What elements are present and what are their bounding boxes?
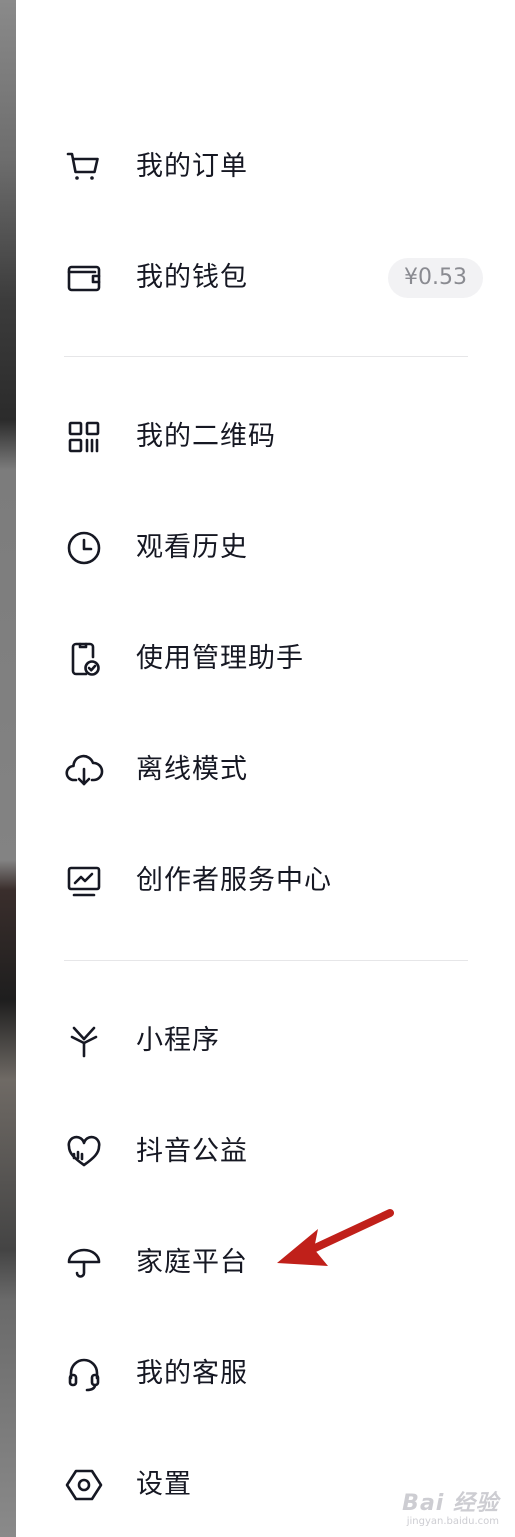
side-drawer-menu: 我的订单 我的钱包 ¥0.53 我的二维码 观看历史 使用管理助手 离线模式 创… — [16, 0, 515, 1537]
asterisk-icon — [64, 1021, 104, 1061]
background-content-strip — [0, 0, 16, 1537]
wallet-balance-badge: ¥0.53 — [388, 258, 483, 298]
menu-item-label: 我的订单 — [136, 151, 248, 182]
menu-item-history[interactable]: 观看历史 — [16, 508, 515, 588]
watermark: Bai 经验 jingyan.baidu.com — [402, 1493, 499, 1527]
section-divider — [64, 356, 468, 357]
menu-item-offline[interactable]: 离线模式 — [16, 730, 515, 810]
menu-item-orders[interactable]: 我的订单 — [16, 127, 515, 207]
menu-item-usage-assistant[interactable]: 使用管理助手 — [16, 619, 515, 699]
menu-item-label: 观看历史 — [136, 532, 248, 563]
hexagon-gear-icon — [64, 1465, 104, 1505]
cart-icon — [64, 147, 104, 187]
qrcode-icon — [64, 417, 104, 457]
cloud-download-icon — [64, 750, 104, 790]
menu-item-label: 创作者服务中心 — [136, 865, 332, 896]
umbrella-icon — [64, 1243, 104, 1283]
menu-item-label: 离线模式 — [136, 754, 248, 785]
menu-item-label: 我的钱包 — [136, 262, 248, 293]
menu-item-wallet[interactable]: 我的钱包 ¥0.53 — [16, 238, 515, 318]
menu-item-label: 我的客服 — [136, 1358, 248, 1389]
phone-check-icon — [64, 639, 104, 679]
watermark-sub-text: jingyan.baidu.com — [406, 1516, 499, 1527]
menu-item-creator-center[interactable]: 创作者服务中心 — [16, 841, 515, 921]
menu-item-family[interactable]: 家庭平台 — [16, 1223, 515, 1303]
menu-item-label: 小程序 — [136, 1025, 220, 1056]
menu-item-label: 我的二维码 — [136, 421, 276, 452]
menu-item-label: 使用管理助手 — [136, 643, 304, 674]
menu-item-label: 家庭平台 — [136, 1247, 248, 1278]
menu-item-customer-service[interactable]: 我的客服 — [16, 1334, 515, 1414]
section-divider — [64, 960, 468, 961]
screen: 我的订单 我的钱包 ¥0.53 我的二维码 观看历史 使用管理助手 离线模式 创… — [0, 0, 515, 1537]
heart-icon — [64, 1132, 104, 1172]
wallet-icon — [64, 258, 104, 298]
monitor-chart-icon — [64, 861, 104, 901]
menu-item-mini-programs[interactable]: 小程序 — [16, 1001, 515, 1081]
menu-item-qrcode[interactable]: 我的二维码 — [16, 397, 515, 477]
menu-item-charity[interactable]: 抖音公益 — [16, 1112, 515, 1192]
menu-item-label: 抖音公益 — [136, 1136, 248, 1167]
menu-item-label: 设置 — [136, 1469, 192, 1500]
clock-icon — [64, 528, 104, 568]
watermark-main-text: Bai 经验 — [402, 1491, 499, 1516]
headset-icon — [64, 1354, 104, 1394]
